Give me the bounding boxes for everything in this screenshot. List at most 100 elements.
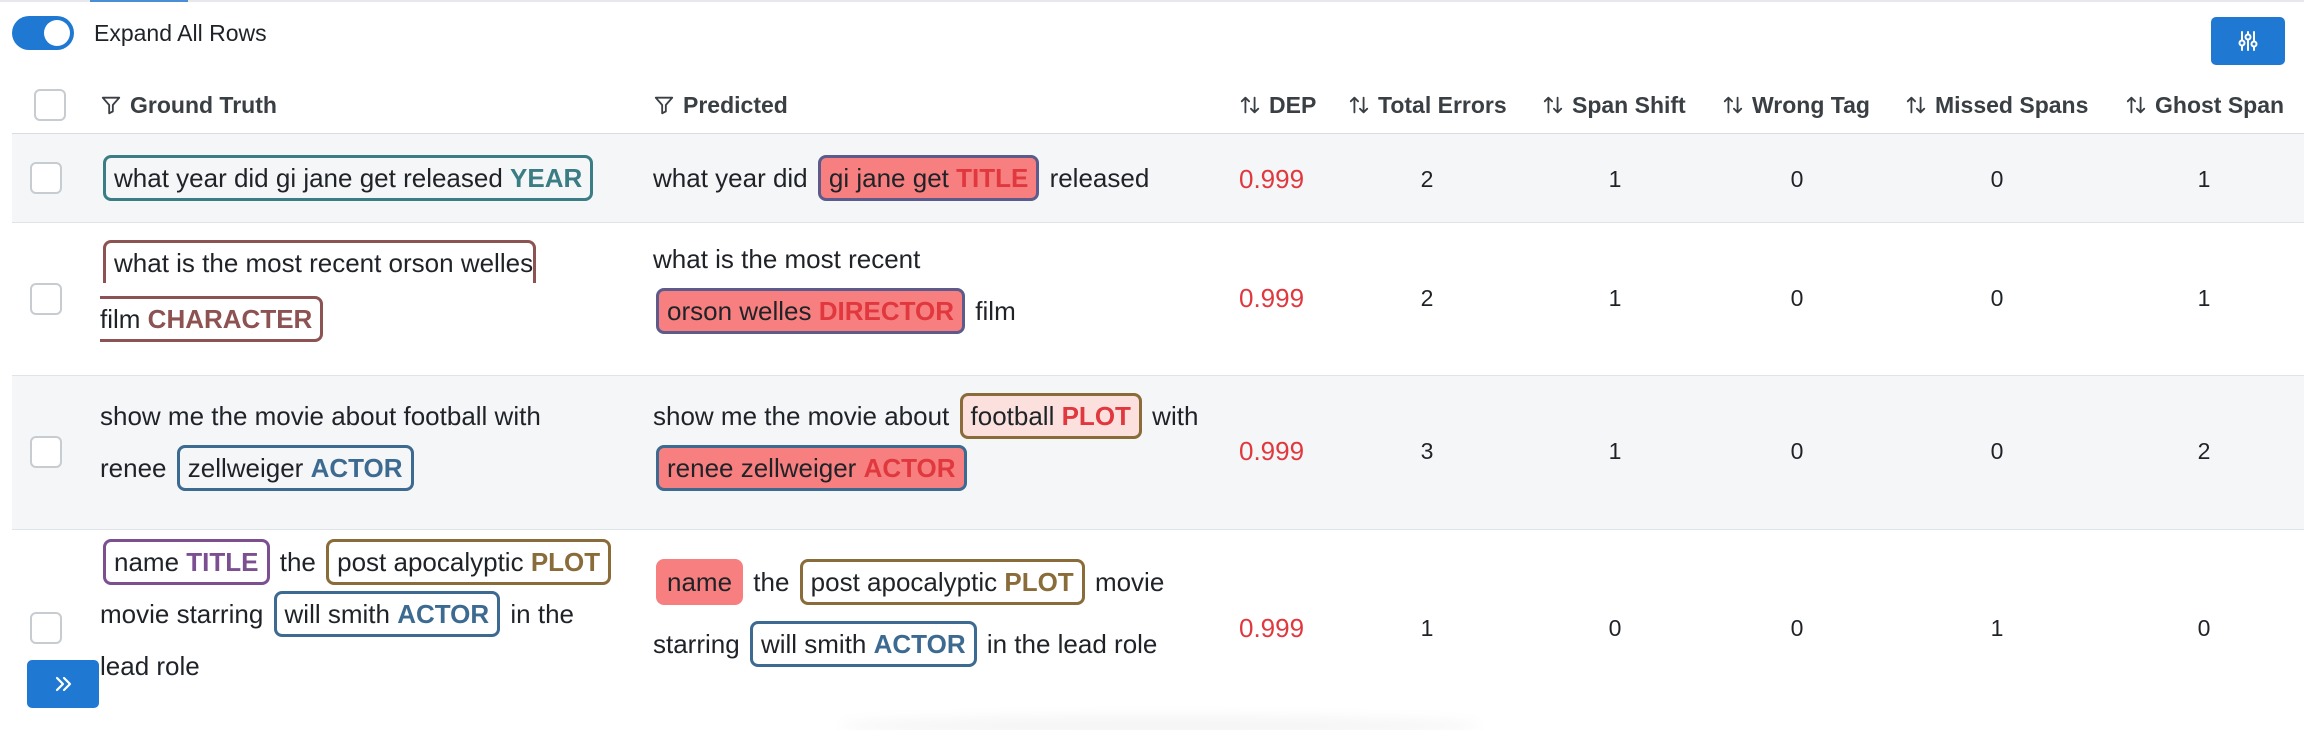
sort-icon xyxy=(1905,94,1927,116)
table-row[interactable]: show me the movie about football with re… xyxy=(12,376,2304,530)
plain-text: movie starring xyxy=(100,599,264,629)
select-all-cell xyxy=(34,76,66,134)
pred-span-tag[interactable]: post apocalyptic PLOT xyxy=(799,559,1085,605)
plain-text: released xyxy=(1049,163,1150,193)
dep-value: 0.999 xyxy=(1239,436,1305,466)
toggle-knob xyxy=(44,20,70,46)
gt-span-tag-part2[interactable]: film CHARACTER xyxy=(100,296,324,342)
span-shift-value: 1 xyxy=(1608,438,1622,464)
plain-text: renee xyxy=(100,453,167,483)
select-all-checkbox[interactable] xyxy=(34,89,66,121)
sort-icon xyxy=(1348,94,1370,116)
header-span-shift-label: Span Shift xyxy=(1572,91,1686,118)
ground-truth-cell: show me the movie about football with re… xyxy=(100,390,620,494)
predicted-cell: name the post apocalyptic PLOT movie sta… xyxy=(653,556,1253,670)
column-settings-button[interactable] xyxy=(2211,17,2285,65)
gt-span-tag-part1[interactable]: what is the most recent orson welles xyxy=(103,240,537,283)
span-label: TITLE xyxy=(956,163,1029,193)
header-dep[interactable]: DEP xyxy=(1239,76,1316,134)
span-text: name xyxy=(667,567,733,597)
expand-all-rows-label: Expand All Rows xyxy=(94,19,267,46)
span-text: post apocalyptic xyxy=(810,567,998,597)
span-label: PLOT xyxy=(1004,567,1074,597)
span-text: what year did gi jane get released xyxy=(114,163,503,193)
ghost-span-value: 1 xyxy=(2197,166,2211,192)
span-text: will smith xyxy=(284,599,390,629)
span-text: will smith xyxy=(760,629,867,659)
sort-icon xyxy=(2125,94,2147,116)
span-label: PLOT xyxy=(530,547,601,577)
expand-panel-button[interactable] xyxy=(27,660,99,708)
gt-span-tag[interactable]: name TITLE xyxy=(103,539,270,585)
plain-text: the xyxy=(753,567,790,597)
sort-icon xyxy=(1239,94,1261,116)
expand-all-rows-toggle[interactable] xyxy=(12,16,74,50)
row-select-checkbox[interactable] xyxy=(30,436,62,468)
dep-value: 0.999 xyxy=(1239,613,1305,643)
ghost-span-value: 2 xyxy=(2197,438,2211,464)
span-text: name xyxy=(114,547,180,577)
filter-icon[interactable] xyxy=(653,94,675,116)
header-predicted-label: Predicted xyxy=(683,91,788,118)
top-divider xyxy=(0,0,2304,2)
pred-span-tag[interactable]: football PLOT xyxy=(959,393,1142,439)
total-errors-value: 2 xyxy=(1420,285,1434,311)
dep-value: 0.999 xyxy=(1239,164,1305,194)
gt-span-tag[interactable]: post apocalyptic PLOT xyxy=(326,539,612,585)
pred-span-tag[interactable]: gi jane get TITLE xyxy=(817,155,1040,201)
span-shift-value: 1 xyxy=(1608,285,1622,311)
plain-text: in the xyxy=(510,599,575,629)
header-missed-spans[interactable]: Missed Spans xyxy=(1905,76,2088,134)
header-predicted[interactable]: Predicted xyxy=(653,76,788,134)
total-errors-value: 2 xyxy=(1420,166,1434,192)
total-errors-value: 1 xyxy=(1420,615,1434,641)
missed-spans-value: 0 xyxy=(1990,438,2004,464)
double-chevron-right-icon xyxy=(55,676,72,692)
gt-span-tag[interactable]: will smith ACTOR xyxy=(273,591,501,637)
header-span-shift[interactable]: Span Shift xyxy=(1542,76,1686,134)
span-text: film xyxy=(100,304,141,334)
sliders-icon xyxy=(2238,31,2258,51)
missed-spans-value: 0 xyxy=(1990,166,2004,192)
table-header: Ground Truth Predicted DEP Total Errors … xyxy=(12,76,2304,134)
table-row[interactable]: what year did gi jane get released YEAR … xyxy=(12,134,2304,223)
span-label: ACTOR xyxy=(310,453,403,483)
span-text: orson welles xyxy=(667,296,812,326)
pred-span-tag[interactable]: orson welles DIRECTOR xyxy=(656,288,966,334)
plain-text: in the lead role xyxy=(986,629,1158,659)
predicted-cell: what year did gi jane get TITLE released xyxy=(653,152,1149,204)
pred-span-tag[interactable]: renee zellweiger ACTOR xyxy=(656,445,967,491)
gt-span-tag[interactable]: zellweiger ACTOR xyxy=(176,445,414,491)
header-ground-truth[interactable]: Ground Truth xyxy=(100,76,277,134)
header-ground-truth-label: Ground Truth xyxy=(130,91,277,118)
row-select-checkbox[interactable] xyxy=(30,162,62,194)
gt-span-tag[interactable]: what year did gi jane get released YEAR xyxy=(103,155,594,201)
results-table: Ground Truth Predicted DEP Total Errors … xyxy=(12,76,2304,730)
plain-text: lead role xyxy=(100,651,200,681)
span-text: renee zellweiger xyxy=(667,453,857,483)
span-label: DIRECTOR xyxy=(818,296,955,326)
active-tab-indicator xyxy=(90,0,188,2)
header-ghost-span[interactable]: Ghost Span xyxy=(2125,76,2284,134)
wrong-tag-value: 0 xyxy=(1790,615,1804,641)
span-label: ACTOR xyxy=(863,453,956,483)
span-label: ACTOR xyxy=(873,629,966,659)
table-row[interactable]: name TITLE the post apocalyptic PLOT mov… xyxy=(12,530,2304,730)
header-missed-spans-label: Missed Spans xyxy=(1935,91,2089,118)
ground-truth-cell: what is the most recent orson welles fil… xyxy=(100,237,540,345)
predicted-cell: what is the most recent orson welles DIR… xyxy=(653,233,1253,337)
header-ghost-span-label: Ghost Span xyxy=(2155,91,2285,118)
plain-text: show me the movie about xyxy=(653,401,950,431)
sort-icon xyxy=(1542,94,1564,116)
plain-text: what is the most recent xyxy=(653,244,921,274)
header-total-errors[interactable]: Total Errors xyxy=(1348,76,1507,134)
missed-spans-value: 0 xyxy=(1990,285,2004,311)
header-wrong-tag[interactable]: Wrong Tag xyxy=(1722,76,1870,134)
table-row[interactable]: what is the most recent orson welles fil… xyxy=(12,223,2304,376)
pred-span-tag[interactable]: name xyxy=(656,559,744,605)
pred-span-tag[interactable]: will smith ACTOR xyxy=(749,621,977,667)
row-select-checkbox[interactable] xyxy=(30,283,62,315)
filter-icon[interactable] xyxy=(100,94,122,116)
plain-text: the xyxy=(279,547,316,577)
row-select-checkbox[interactable] xyxy=(30,612,62,644)
